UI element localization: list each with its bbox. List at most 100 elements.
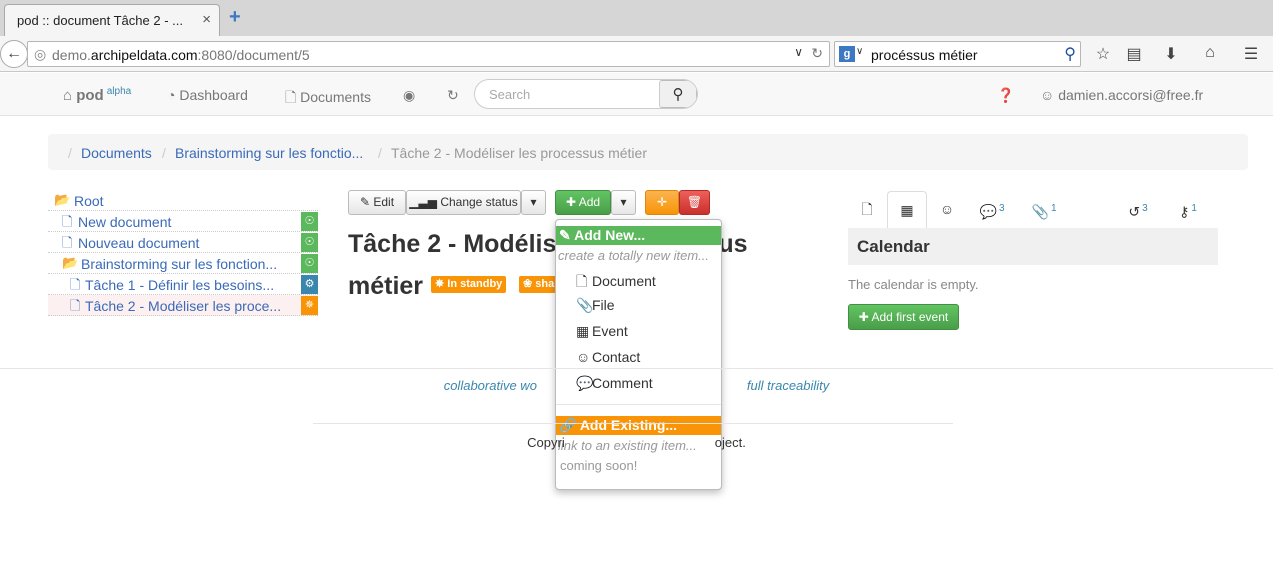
search-button[interactable]: ⚲ — [659, 80, 697, 108]
tab-comments[interactable]: 💬 3 — [970, 191, 1014, 228]
chevron-down-icon[interactable]: ∨ — [794, 45, 803, 59]
tree-item-label: New document — [78, 214, 172, 230]
folder-open-icon: 📂 — [54, 192, 71, 207]
browser-toolbar: ← ◎ demo.archipeldata.com:8080/document/… — [0, 36, 1273, 72]
copyright-right: oject. — [714, 435, 746, 450]
tree-item[interactable]: 🗋 New document ☉ — [48, 211, 318, 232]
tree-item-selected[interactable]: 🗋 Tâche 2 - Modéliser les proce... ✵ — [48, 295, 318, 316]
menu-item-document[interactable]: 🗋 Document — [576, 271, 656, 295]
chevron-down-icon[interactable]: ∨ — [856, 46, 863, 57]
add-new-header[interactable]: ✎ Add New... — [556, 226, 721, 245]
reload-icon[interactable]: ↻ — [811, 45, 823, 62]
tab-calendar[interactable]: ▦ — [887, 191, 927, 228]
caret-down-icon: ▾ — [620, 195, 627, 209]
tree-item[interactable]: 🗋 Tâche 1 - Définir les besoins... ⚙ — [48, 274, 318, 295]
brand-link[interactable]: ⌂ pod alpha — [63, 86, 131, 104]
nav-dashboard[interactable]: ◔ Dashboard — [167, 87, 248, 103]
document-title-line2: métier — [348, 272, 424, 300]
search-icon: ⚲ — [672, 86, 684, 103]
menu-item-event[interactable]: ▦ Event — [576, 323, 628, 340]
signal-icon: ▁▃▅ — [409, 195, 441, 209]
document-icon: 🗋 — [576, 273, 588, 289]
add-first-event-button[interactable]: ✚ Add first event — [848, 304, 959, 330]
star-icon[interactable]: ☆ — [1092, 44, 1114, 66]
add-button[interactable]: ✚ Add — [555, 190, 611, 215]
edit-label: Edit — [373, 195, 395, 209]
document-icon: 🗋 — [70, 298, 81, 313]
breadcrumb-brainstorming[interactable]: Brainstorming sur les fonctio... — [175, 145, 363, 161]
menu-item-file[interactable]: 📎File — [576, 297, 615, 314]
menu-item-label: Event — [592, 323, 628, 339]
gears-icon: ⚙ — [301, 275, 318, 294]
tab-contacts[interactable]: ☺ — [928, 191, 966, 228]
tab-access[interactable]: ⚷ 1 — [1168, 191, 1208, 228]
globe-icon: ◎ — [34, 46, 47, 62]
search-input[interactable] — [475, 80, 661, 108]
browser-search-bar[interactable]: g ∨ procéssus métier ⚲ — [834, 41, 1081, 67]
add-new-label: Add New... — [574, 227, 646, 243]
app-navbar: ⌂ podalpha ◔ Dashboard 🗋 Documents ◉ ↻ ⚲… — [0, 73, 1273, 116]
calendar-icon: ▦ — [900, 202, 914, 218]
breadcrumb-separator: / — [162, 145, 166, 161]
tree-item[interactable]: 🗋 Nouveau document ☉ — [48, 232, 318, 253]
new-tab-button[interactable]: + — [229, 7, 241, 27]
share-badge-label: sha — [535, 278, 555, 290]
tree-item[interactable]: 📂 Brainstorming sur les fonction... ☉ — [48, 253, 318, 274]
browser-tab-title: pod :: document Tâche 2 - ... — [17, 13, 183, 28]
tab-history[interactable]: ↺ 3 — [1118, 191, 1158, 228]
user-icon: ☺ — [939, 201, 955, 217]
user-icon: ☺ — [576, 349, 591, 365]
lightbulb-icon: ☉ — [301, 254, 318, 273]
refresh-icon[interactable]: ↻ — [447, 87, 459, 104]
search-icon[interactable]: ⚲ — [1064, 44, 1076, 64]
user-email: damien.accorsi@free.fr — [1058, 87, 1204, 103]
help-icon[interactable]: ❓ — [997, 87, 1014, 104]
menu-icon[interactable]: ☰ — [1240, 44, 1262, 66]
tab-info[interactable]: 🗋 — [848, 191, 886, 228]
brand-name: pod — [76, 87, 104, 104]
breadcrumb-documents[interactable]: Documents — [81, 145, 152, 161]
tagline-left: collaborative wo — [443, 378, 537, 393]
tab-files[interactable]: 📎 1 — [1024, 191, 1064, 228]
change-status-button[interactable]: ▁▃▅ Change status — [406, 190, 521, 215]
nav-documents-label: Documents — [300, 89, 371, 105]
caret-down-icon: ▾ — [530, 195, 537, 209]
history-count: 3 — [1142, 203, 1148, 214]
paw-icon: ❀ — [523, 278, 536, 290]
move-icon: ✛ — [656, 195, 668, 209]
download-icon[interactable]: ⬇ — [1160, 44, 1182, 66]
tagline-right: full traceability — [746, 378, 830, 393]
key-icon: ⚷ — [1179, 203, 1190, 220]
search-engine-icon[interactable]: g — [839, 46, 855, 62]
menu-item-label: Contact — [592, 349, 641, 365]
reading-list-icon[interactable]: ▤ — [1123, 44, 1145, 66]
browser-tab-bar: pod :: document Tâche 2 - ... × + — [0, 0, 1273, 36]
menu-item-contact[interactable]: ☺ Contact — [576, 349, 640, 365]
browser-tab[interactable]: pod :: document Tâche 2 - ... × — [4, 4, 220, 36]
close-tab-icon[interactable]: × — [202, 11, 211, 28]
home-icon[interactable]: ⌂ — [1199, 44, 1221, 66]
change-status-label: Change status — [440, 195, 518, 209]
user-menu[interactable]: ☺ damien.accorsi@free.fr — [1040, 87, 1203, 103]
address-bar[interactable]: ◎ demo.archipeldata.com:8080/document/5 … — [27, 41, 830, 67]
delete-button[interactable]: 🗑 — [679, 190, 710, 215]
add-dropdown-toggle[interactable]: ▾ — [611, 190, 636, 215]
comments-count: 3 — [998, 203, 1005, 214]
nav-documents[interactable]: 🗋 Documents — [285, 87, 371, 111]
spinner-icon: ✵ — [435, 278, 448, 290]
move-button[interactable]: ✛ — [645, 190, 679, 215]
change-status-dropdown[interactable]: ▾ — [521, 190, 546, 215]
paperclip-icon: 📎 — [576, 297, 594, 313]
status-badge-label: In standby — [447, 278, 503, 290]
back-icon[interactable]: ← — [0, 40, 28, 68]
eye-icon[interactable]: ◉ — [403, 87, 415, 104]
browser-search-input[interactable]: procéssus métier — [871, 47, 978, 63]
add-existing-header[interactable]: 🔗 Add Existing... — [556, 416, 721, 435]
edit-button[interactable]: ✎ Edit — [348, 190, 406, 215]
tree-item-label: Nouveau document — [78, 235, 200, 251]
address-url[interactable]: demo.archipeldata.com:8080/document/5 — [52, 47, 310, 63]
tree-item-label: Root — [74, 193, 104, 209]
home-icon: ⌂ — [63, 87, 77, 104]
tree-item-root[interactable]: 📂 Root — [48, 190, 318, 211]
footer-divider — [313, 423, 953, 424]
